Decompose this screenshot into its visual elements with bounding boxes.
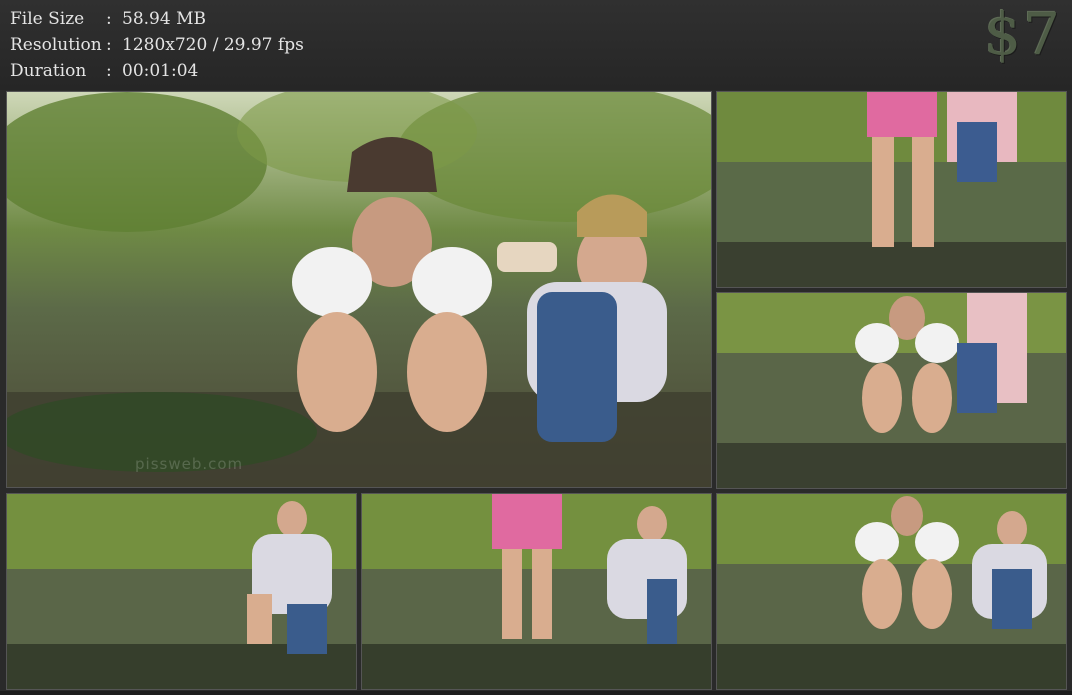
price-badge: $7 bbox=[984, 0, 1062, 68]
frame-6-image bbox=[717, 494, 1066, 689]
frame-main-image bbox=[7, 92, 711, 487]
duration-row: Duration:00:01:04 bbox=[10, 58, 198, 84]
info-header: File Size:58.94 MB Resolution:1280x720 /… bbox=[0, 0, 1072, 90]
resolution-label: Resolution bbox=[10, 35, 102, 55]
frame-5[interactable] bbox=[361, 493, 712, 690]
frame-2[interactable] bbox=[716, 91, 1067, 288]
frame-4-image bbox=[7, 494, 356, 689]
frame-3-image bbox=[717, 293, 1066, 488]
file-size-value: 58.94 MB bbox=[122, 9, 206, 29]
bottom-border bbox=[0, 691, 1072, 695]
frame-5-image bbox=[362, 494, 711, 689]
frame-4[interactable] bbox=[6, 493, 357, 690]
separator: : bbox=[106, 9, 112, 29]
resolution-value: 1280x720 / 29.97 fps bbox=[122, 35, 304, 55]
resolution-row: Resolution:1280x720 / 29.97 fps bbox=[10, 32, 304, 58]
file-size-label: File Size bbox=[10, 9, 85, 29]
frame-6[interactable] bbox=[716, 493, 1067, 690]
file-size-row: File Size:58.94 MB bbox=[10, 6, 206, 32]
separator: : bbox=[106, 35, 112, 55]
frame-3[interactable] bbox=[716, 292, 1067, 489]
duration-value: 00:01:04 bbox=[122, 61, 199, 81]
frame-main[interactable]: pissweb.com bbox=[6, 91, 712, 488]
watermark-text: pissweb.com bbox=[135, 455, 244, 473]
duration-label: Duration bbox=[10, 61, 87, 81]
separator: : bbox=[106, 61, 112, 81]
frame-2-image bbox=[717, 92, 1066, 287]
